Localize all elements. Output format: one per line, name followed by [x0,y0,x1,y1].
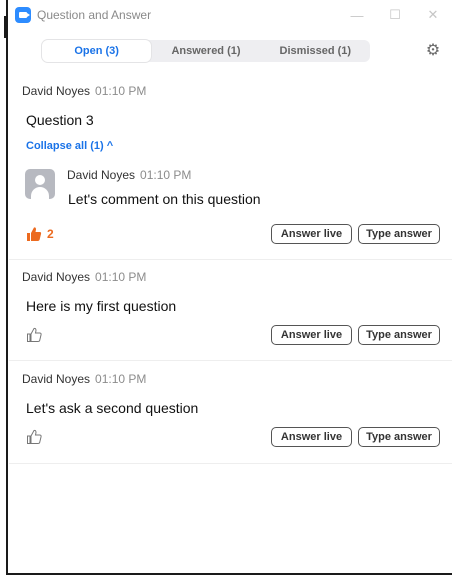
question-meta: David Noyes 01:10 PM [22,84,146,98]
window-frame-left [0,0,8,575]
collapse-all-link[interactable]: Collapse all (1) ^ [26,140,113,152]
reply-text: Let's comment on this question [68,191,261,207]
thumbs-up-outline-icon [27,327,42,342]
thumbs-up-filled-icon [27,227,42,241]
question-author: David Noyes [22,270,91,284]
question-text: Here is my first question [26,298,177,314]
tab-dismissed[interactable]: Dismissed (1) [261,40,370,62]
question-time: 01:10 PM [95,84,147,98]
question-meta: David Noyes 01:10 PM [22,372,146,386]
zoom-app-icon [15,7,31,23]
qa-tabs: Open (3) Answered (1) Dismissed (1) [42,40,370,62]
type-answer-button[interactable]: Type answer [358,224,440,244]
tab-open[interactable]: Open (3) [42,40,152,62]
question-time: 01:10 PM [95,372,147,386]
avatar [25,169,55,199]
gear-icon[interactable]: ⚙ [424,42,442,60]
type-answer-button[interactable]: Type answer [358,427,440,447]
like-button[interactable] [26,327,42,343]
question-time: 01:10 PM [95,270,147,284]
thumbs-up-outline-icon [27,429,42,444]
reply-author: David Noyes [67,168,136,182]
question-item: David Noyes 01:10 PM Here is my first que… [9,260,452,361]
like-button[interactable] [26,429,42,445]
maximize-button[interactable]: ☐ [376,0,414,30]
question-meta: David Noyes 01:10 PM [22,270,146,284]
answer-live-button[interactable]: Answer live [271,325,352,345]
question-author: David Noyes [22,372,91,386]
like-count: 2 [47,227,54,241]
tab-answered[interactable]: Answered (1) [151,40,260,62]
title-bar[interactable]: Question and Answer — ☐ ✕ [9,0,452,30]
question-item: David Noyes 01:10 PM Let's ask a second q… [9,361,452,464]
close-button[interactable]: ✕ [414,0,452,30]
question-text: Let's ask a second question [26,400,199,416]
window-title: Question and Answer [37,8,152,22]
reply-time: 01:10 PM [140,168,192,182]
like-button[interactable]: 2 [26,226,54,242]
qa-window: Question and Answer — ☐ ✕ Open (3) Answe… [9,0,452,573]
question-author: David Noyes [22,84,91,98]
minimize-button[interactable]: — [338,0,376,30]
type-answer-button[interactable]: Type answer [358,325,440,345]
answer-live-button[interactable]: Answer live [271,224,352,244]
question-item: David Noyes 01:10 PM Question 3 Collapse … [9,70,452,260]
reply-meta: David Noyes 01:10 PM [67,168,191,182]
question-text: Question 3 [26,112,94,128]
answer-live-button[interactable]: Answer live [271,427,352,447]
